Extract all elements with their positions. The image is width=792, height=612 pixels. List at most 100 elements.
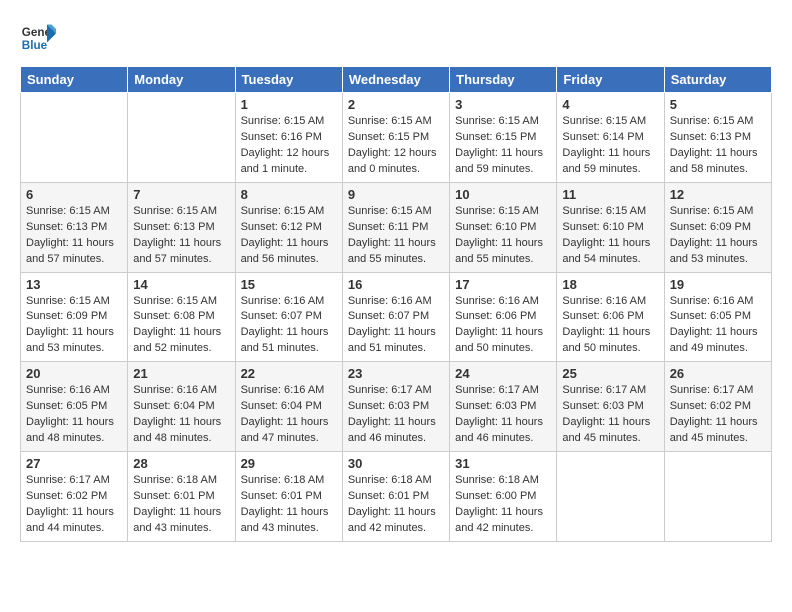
- calendar-cell: 20Sunrise: 6:16 AM Sunset: 6:05 PM Dayli…: [21, 362, 128, 452]
- day-number: 26: [670, 366, 766, 381]
- day-info: Sunrise: 6:16 AM Sunset: 6:04 PM Dayligh…: [133, 383, 229, 447]
- day-number: 6: [26, 187, 122, 202]
- calendar-cell: [21, 93, 128, 183]
- calendar-cell: 7 Sunrise: 6:15 AM Sunset: 6:13 PM Daylig…: [128, 182, 235, 272]
- calendar-cell: 19 Sunrise: 6:16 AM Sunset: 6:05 PM Dayli…: [664, 272, 771, 362]
- day-header-saturday: Saturday: [664, 67, 771, 93]
- calendar-cell: 29Sunrise: 6:18 AM Sunset: 6:01 PM Dayli…: [235, 452, 342, 542]
- day-info: Sunrise: 6:18 AM Sunset: 6:01 PM Dayligh…: [241, 473, 337, 537]
- day-header-wednesday: Wednesday: [342, 67, 449, 93]
- calendar-cell: 12 Sunrise: 6:15 AM Sunset: 6:09 PM Dayli…: [664, 182, 771, 272]
- calendar-cell: 8Sunrise: 6:15 AM Sunset: 6:12 PM Daylig…: [235, 182, 342, 272]
- calendar-cell: 21Sunrise: 6:16 AM Sunset: 6:04 PM Dayli…: [128, 362, 235, 452]
- day-info: Sunrise: 6:15 AM Sunset: 6:13 PM Dayligh…: [133, 204, 229, 268]
- day-info: Sunrise: 6:15 AM Sunset: 6:09 PM Dayligh…: [26, 294, 122, 358]
- day-number: 12: [670, 187, 766, 202]
- day-info: Sunrise: 6:15 AM Sunset: 6:14 PM Dayligh…: [562, 114, 658, 178]
- calendar-cell: 31 Sunrise: 6:18 AM Sunset: 6:00 PM Dayli…: [450, 452, 557, 542]
- day-header-sunday: Sunday: [21, 67, 128, 93]
- week-row-1: 1 Sunrise: 6:15 AM Sunset: 6:16 PM Daylig…: [21, 93, 772, 183]
- day-info: Sunrise: 6:16 AM Sunset: 6:05 PM Dayligh…: [26, 383, 122, 447]
- day-number: 27: [26, 456, 122, 471]
- calendar-cell: 5 Sunrise: 6:15 AM Sunset: 6:13 PM Daylig…: [664, 93, 771, 183]
- day-info: Sunrise: 6:15 AM Sunset: 6:16 PM Dayligh…: [241, 114, 337, 178]
- week-row-3: 13 Sunrise: 6:15 AM Sunset: 6:09 PM Dayli…: [21, 272, 772, 362]
- calendar-cell: 22 Sunrise: 6:16 AM Sunset: 6:04 PM Dayli…: [235, 362, 342, 452]
- day-info: Sunrise: 6:15 AM Sunset: 6:08 PM Dayligh…: [133, 294, 229, 358]
- day-info: Sunrise: 6:17 AM Sunset: 6:02 PM Dayligh…: [26, 473, 122, 537]
- day-number: 13: [26, 277, 122, 292]
- calendar-cell: 17 Sunrise: 6:16 AM Sunset: 6:06 PM Dayli…: [450, 272, 557, 362]
- calendar-cell: 26 Sunrise: 6:17 AM Sunset: 6:02 PM Dayli…: [664, 362, 771, 452]
- day-number: 18: [562, 277, 658, 292]
- day-number: 31: [455, 456, 551, 471]
- day-number: 1: [241, 97, 337, 112]
- calendar-cell: 2 Sunrise: 6:15 AM Sunset: 6:15 PM Daylig…: [342, 93, 449, 183]
- day-number: 28: [133, 456, 229, 471]
- calendar-cell: 18 Sunrise: 6:16 AM Sunset: 6:06 PM Dayli…: [557, 272, 664, 362]
- day-info: Sunrise: 6:16 AM Sunset: 6:07 PM Dayligh…: [241, 294, 337, 358]
- day-number: 30: [348, 456, 444, 471]
- calendar-cell: 1 Sunrise: 6:15 AM Sunset: 6:16 PM Daylig…: [235, 93, 342, 183]
- day-info: Sunrise: 6:17 AM Sunset: 6:03 PM Dayligh…: [348, 383, 444, 447]
- day-info: Sunrise: 6:15 AM Sunset: 6:10 PM Dayligh…: [562, 204, 658, 268]
- day-number: 5: [670, 97, 766, 112]
- calendar-cell: 30 Sunrise: 6:18 AM Sunset: 6:01 PM Dayli…: [342, 452, 449, 542]
- day-info: Sunrise: 6:16 AM Sunset: 6:04 PM Dayligh…: [241, 383, 337, 447]
- day-info: Sunrise: 6:17 AM Sunset: 6:02 PM Dayligh…: [670, 383, 766, 447]
- day-header-thursday: Thursday: [450, 67, 557, 93]
- calendar-cell: 15 Sunrise: 6:16 AM Sunset: 6:07 PM Dayli…: [235, 272, 342, 362]
- day-info: Sunrise: 6:15 AM Sunset: 6:10 PM Dayligh…: [455, 204, 551, 268]
- week-row-4: 20Sunrise: 6:16 AM Sunset: 6:05 PM Dayli…: [21, 362, 772, 452]
- day-info: Sunrise: 6:18 AM Sunset: 6:01 PM Dayligh…: [348, 473, 444, 537]
- week-row-2: 6 Sunrise: 6:15 AM Sunset: 6:13 PM Daylig…: [21, 182, 772, 272]
- day-number: 7: [133, 187, 229, 202]
- calendar-cell: 28Sunrise: 6:18 AM Sunset: 6:01 PM Dayli…: [128, 452, 235, 542]
- day-info: Sunrise: 6:16 AM Sunset: 6:07 PM Dayligh…: [348, 294, 444, 358]
- day-info: Sunrise: 6:16 AM Sunset: 6:06 PM Dayligh…: [562, 294, 658, 358]
- day-info: Sunrise: 6:17 AM Sunset: 6:03 PM Dayligh…: [455, 383, 551, 447]
- day-number: 3: [455, 97, 551, 112]
- day-number: 15: [241, 277, 337, 292]
- calendar-cell: 11 Sunrise: 6:15 AM Sunset: 6:10 PM Dayli…: [557, 182, 664, 272]
- day-number: 16: [348, 277, 444, 292]
- calendar-cell: 14 Sunrise: 6:15 AM Sunset: 6:08 PM Dayli…: [128, 272, 235, 362]
- day-number: 11: [562, 187, 658, 202]
- day-info: Sunrise: 6:16 AM Sunset: 6:05 PM Dayligh…: [670, 294, 766, 358]
- day-info: Sunrise: 6:15 AM Sunset: 6:12 PM Dayligh…: [241, 204, 337, 268]
- page-header: General Blue: [20, 20, 772, 56]
- calendar-cell: [557, 452, 664, 542]
- calendar-cell: 10Sunrise: 6:15 AM Sunset: 6:10 PM Dayli…: [450, 182, 557, 272]
- day-number: 17: [455, 277, 551, 292]
- calendar-cell: 25Sunrise: 6:17 AM Sunset: 6:03 PM Dayli…: [557, 362, 664, 452]
- day-number: 14: [133, 277, 229, 292]
- day-header-tuesday: Tuesday: [235, 67, 342, 93]
- calendar-cell: 3 Sunrise: 6:15 AM Sunset: 6:15 PM Daylig…: [450, 93, 557, 183]
- day-info: Sunrise: 6:16 AM Sunset: 6:06 PM Dayligh…: [455, 294, 551, 358]
- calendar-cell: 9 Sunrise: 6:15 AM Sunset: 6:11 PM Daylig…: [342, 182, 449, 272]
- calendar-cell: 27 Sunrise: 6:17 AM Sunset: 6:02 PM Dayli…: [21, 452, 128, 542]
- day-info: Sunrise: 6:15 AM Sunset: 6:15 PM Dayligh…: [455, 114, 551, 178]
- calendar-cell: [664, 452, 771, 542]
- day-info: Sunrise: 6:15 AM Sunset: 6:13 PM Dayligh…: [670, 114, 766, 178]
- day-number: 23: [348, 366, 444, 381]
- svg-text:Blue: Blue: [22, 39, 48, 52]
- week-row-5: 27 Sunrise: 6:17 AM Sunset: 6:02 PM Dayli…: [21, 452, 772, 542]
- logo: General Blue: [20, 20, 56, 56]
- calendar-cell: 16 Sunrise: 6:16 AM Sunset: 6:07 PM Dayli…: [342, 272, 449, 362]
- calendar-header-row: SundayMondayTuesdayWednesdayThursdayFrid…: [21, 67, 772, 93]
- calendar-cell: [128, 93, 235, 183]
- day-info: Sunrise: 6:18 AM Sunset: 6:00 PM Dayligh…: [455, 473, 551, 537]
- day-number: 22: [241, 366, 337, 381]
- day-header-friday: Friday: [557, 67, 664, 93]
- calendar-table: SundayMondayTuesdayWednesdayThursdayFrid…: [20, 66, 772, 542]
- day-number: 4: [562, 97, 658, 112]
- calendar-cell: 24 Sunrise: 6:17 AM Sunset: 6:03 PM Dayli…: [450, 362, 557, 452]
- day-info: Sunrise: 6:15 AM Sunset: 6:09 PM Dayligh…: [670, 204, 766, 268]
- day-info: Sunrise: 6:15 AM Sunset: 6:15 PM Dayligh…: [348, 114, 444, 178]
- day-number: 19: [670, 277, 766, 292]
- day-info: Sunrise: 6:15 AM Sunset: 6:11 PM Dayligh…: [348, 204, 444, 268]
- day-number: 24: [455, 366, 551, 381]
- day-number: 2: [348, 97, 444, 112]
- day-number: 9: [348, 187, 444, 202]
